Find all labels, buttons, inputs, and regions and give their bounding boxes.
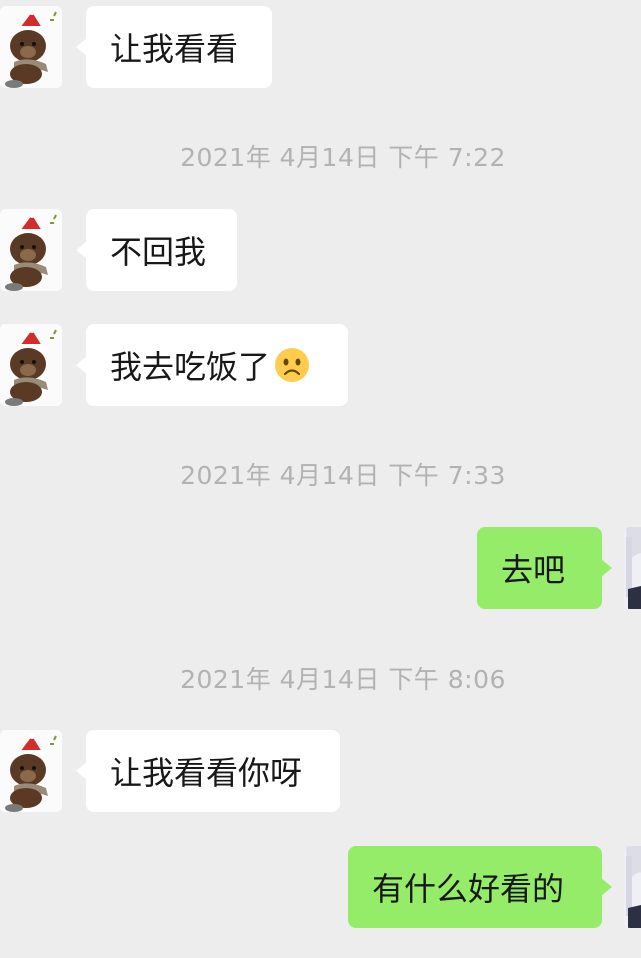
self-avatar[interactable] [624,846,641,928]
brown-bear-santa-hat-avatar-icon [0,209,62,291]
message-timestamp: 2021年 4月14日 下午 7:33 [180,461,506,490]
message-timestamp: 2021年 4月14日 下午 7:22 [180,143,506,172]
message-text: 让我看看你呀 [110,754,303,792]
brown-bear-santa-hat-avatar-icon [0,6,62,88]
contact-avatar[interactable] [0,730,62,812]
incoming-message-bubble[interactable]: 让我看看 [76,6,272,88]
message-text: 有什么好看的 [372,870,565,908]
incoming-message-bubble[interactable]: 不回我 [76,209,237,291]
contact-avatar[interactable] [0,209,62,291]
incoming-message-bubble[interactable]: 让我看看你呀 [76,730,340,812]
anime-character-avatar-icon [624,527,641,609]
outgoing-message-bubble[interactable]: 有什么好看的 [348,846,612,928]
contact-avatar[interactable] [0,6,62,88]
self-avatar[interactable] [624,527,641,609]
message-timestamp: 2021年 4月14日 下午 8:06 [180,665,506,694]
contact-avatar[interactable] [0,324,62,406]
incoming-message-bubble[interactable]: 我去吃饭了 [76,324,348,406]
outgoing-message-bubble[interactable]: 去吧 [477,527,612,609]
frowning-face-emoji-icon [274,347,310,383]
brown-bear-santa-hat-avatar-icon [0,730,62,812]
message-text: 我去吃饭了 [110,348,271,386]
message-text: 不回我 [110,233,207,271]
message-text: 去吧 [501,551,566,589]
brown-bear-santa-hat-avatar-icon [0,324,62,406]
anime-character-avatar-icon [624,846,641,928]
message-text: 让我看看 [110,30,239,68]
